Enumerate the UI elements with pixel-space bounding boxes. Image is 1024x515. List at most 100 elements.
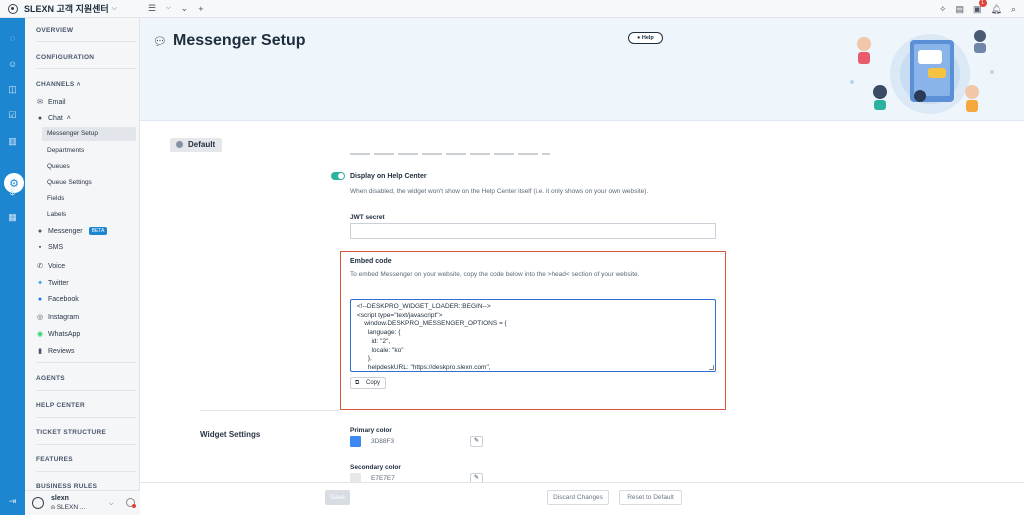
page-header: 💬︎ Messenger Setup ● Help — [140, 18, 1024, 121]
chevron-down-icon: ⌵ — [109, 501, 114, 507]
search-icon[interactable]: ⌕ — [1011, 4, 1016, 15]
nav-item-messenger-setup[interactable]: Messenger Setup — [42, 127, 136, 141]
reset-to-default-button[interactable]: Reset to Default — [619, 490, 682, 505]
checkbox-icon[interactable]: ☑ — [6, 109, 19, 122]
display-help-center-toggle[interactable] — [331, 172, 345, 180]
jwt-secret-input[interactable] — [350, 223, 716, 239]
top-bar: SLEXN 고객 지원센터 ⌵ ☰ ⌵ ⌄ + ✧ ▤ ▣ 1 🔔︎ ⌕ — [0, 0, 1024, 18]
nav-section-channels[interactable]: CHANNELS ˄ — [36, 81, 81, 88]
nav-section-configuration[interactable]: CONFIGURATION — [36, 54, 94, 61]
main-content: 💬︎ Messenger Setup ● Help Default Displa… — [140, 18, 1024, 515]
nav-section-overview[interactable]: OVERVIEW — [36, 27, 73, 34]
status-icon[interactable] — [126, 498, 136, 508]
nav-item-sms[interactable]: ▪ SMS — [36, 244, 63, 251]
save-button[interactable]: Save — [325, 490, 350, 505]
nav-divider — [36, 68, 136, 69]
notification-count-badge: 1 — [978, 0, 987, 7]
bell-icon[interactable]: 🔔︎ — [991, 4, 1002, 15]
edit-primary-color-button[interactable]: ✎ — [470, 436, 483, 447]
action-footer: Save Discard Changes Reset to Default — [140, 482, 1024, 515]
nav-divider — [36, 390, 136, 391]
dollar-icon[interactable]: $ — [6, 185, 19, 198]
plus-icon[interactable]: + — [198, 4, 203, 14]
nav-section-business-rules[interactable]: BUSINESS RULES — [36, 483, 97, 490]
jwt-secret-label: JWT secret — [350, 214, 385, 221]
phone-icon: ✆ — [37, 263, 43, 270]
admin-nav: OVERVIEW CONFIGURATION CHANNELS ˄ ✉ Email… — [25, 18, 140, 515]
chevron-down-icon[interactable]: ⌵ — [166, 5, 171, 12]
magic-wand-icon[interactable]: ✧ — [939, 4, 947, 15]
chevron-down-icon: ⌵ — [111, 4, 117, 12]
nav-item-messenger[interactable]: ● Messenger BETA — [36, 227, 108, 235]
collapse-sidebar-icon[interactable]: ⇥ — [6, 495, 19, 508]
nav-divider — [36, 471, 136, 472]
widget-settings-title: Widget Settings — [200, 430, 261, 439]
brand[interactable]: SLEXN 고객 지원센터 ⌵ — [0, 0, 140, 18]
nav-item-instagram[interactable]: ◎ Instagram — [36, 313, 79, 322]
nav-item-fields[interactable]: Fields — [47, 195, 64, 202]
display-help-center-help: When disabled, the widget won't show on … — [350, 188, 649, 195]
chat-bubbles-icon: 💬︎ — [153, 36, 167, 48]
messenger-icon: ● — [37, 227, 43, 235]
reports-icon[interactable]: ◫ — [6, 83, 19, 96]
embed-code-label: Embed code — [350, 258, 392, 265]
primary-color-swatch[interactable] — [350, 436, 361, 447]
chat-bubble-icon[interactable]: ◌ — [6, 31, 19, 44]
nav-item-voice[interactable]: ✆ Voice — [36, 262, 65, 271]
secondary-color-value: E7E7E7 — [371, 475, 395, 482]
clipped-help-text — [350, 153, 550, 157]
list-icon[interactable]: ☰ — [148, 3, 156, 14]
beta-badge: BETA — [88, 227, 108, 235]
copy-button[interactable]: ⧉ Copy — [350, 377, 387, 389]
nav-item-facebook[interactable]: ● Facebook — [36, 296, 79, 303]
nav-section-agents[interactable]: AGENTS — [36, 375, 65, 382]
chevron-down-large-icon[interactable]: ⌄ — [181, 3, 189, 14]
nav-item-labels[interactable]: Labels — [47, 211, 66, 218]
nav-item-twitter[interactable]: ✦ Twitter — [36, 279, 69, 288]
pencil-icon: ✎ — [473, 438, 480, 444]
nav-item-chat[interactable]: ● Chat ˄ — [36, 115, 71, 122]
instagram-icon: ◎ — [36, 314, 44, 321]
brand-name: SLEXN 고객 지원센터 — [24, 4, 109, 14]
avatar — [32, 497, 44, 509]
chevron-up-icon: ˄ — [66, 115, 71, 122]
embed-code-textarea[interactable]: <!--DESKPRO_WIDGET_LOADER::BEGIN--> <scr… — [350, 299, 716, 372]
icon-rail: ◌ ☺ ◫ ☑ ▥ ⚙ $ ▦ ⇥ — [0, 18, 25, 515]
document-icon[interactable]: ▤ — [955, 4, 964, 15]
secondary-color-label: Secondary color — [350, 464, 401, 471]
nav-divider — [36, 41, 136, 42]
users-icon[interactable]: ☺ — [6, 57, 19, 70]
chart-icon[interactable]: ▥ — [6, 135, 19, 148]
whatsapp-icon: ◉ — [36, 331, 44, 338]
user-name: slexn — [51, 495, 69, 502]
sms-icon: ▪ — [38, 244, 42, 251]
email-icon: ✉ — [37, 99, 43, 106]
nav-item-whatsapp[interactable]: ◉ WhatsApp — [36, 330, 80, 339]
nav-item-departments[interactable]: Departments — [47, 147, 84, 154]
copy-icon: ⧉ — [355, 380, 360, 386]
nav-item-queues[interactable]: Queues — [47, 163, 70, 170]
embed-code-help: To embed Messenger on your website, copy… — [350, 271, 640, 278]
reviews-icon: ▮ — [38, 348, 42, 355]
primary-color-label: Primary color — [350, 427, 392, 434]
pencil-icon: ✎ — [473, 475, 480, 481]
nav-section-ticket-structure[interactable]: TICKET STRUCTURE — [36, 429, 106, 436]
discard-changes-button[interactable]: Discard Changes — [547, 490, 609, 505]
user-menu[interactable]: slexn ⍝ SLEXN ... ⌵ — [25, 490, 140, 515]
resize-handle-icon[interactable] — [709, 365, 714, 370]
tasks-icon[interactable]: ▣ 1 — [973, 0, 987, 15]
help-button[interactable]: ● Help — [628, 32, 663, 44]
grid-icon[interactable]: ▦ — [6, 211, 19, 224]
nav-item-reviews[interactable]: ▮ Reviews — [36, 347, 74, 356]
nav-divider — [36, 417, 136, 418]
primary-color-value: 3D88F3 — [371, 438, 395, 445]
nav-divider — [36, 362, 136, 363]
tab-default[interactable]: Default — [170, 138, 223, 152]
brand-logo-icon — [8, 3, 18, 14]
nav-section-features[interactable]: FEATURES — [36, 456, 73, 463]
facebook-icon: ● — [37, 296, 43, 303]
nav-section-help-center[interactable]: HELP CENTER — [36, 402, 85, 409]
nav-item-email[interactable]: ✉ Email — [36, 98, 65, 107]
nav-item-queue-settings[interactable]: Queue Settings — [47, 179, 92, 186]
display-help-center-label: Display on Help Center — [350, 173, 427, 180]
